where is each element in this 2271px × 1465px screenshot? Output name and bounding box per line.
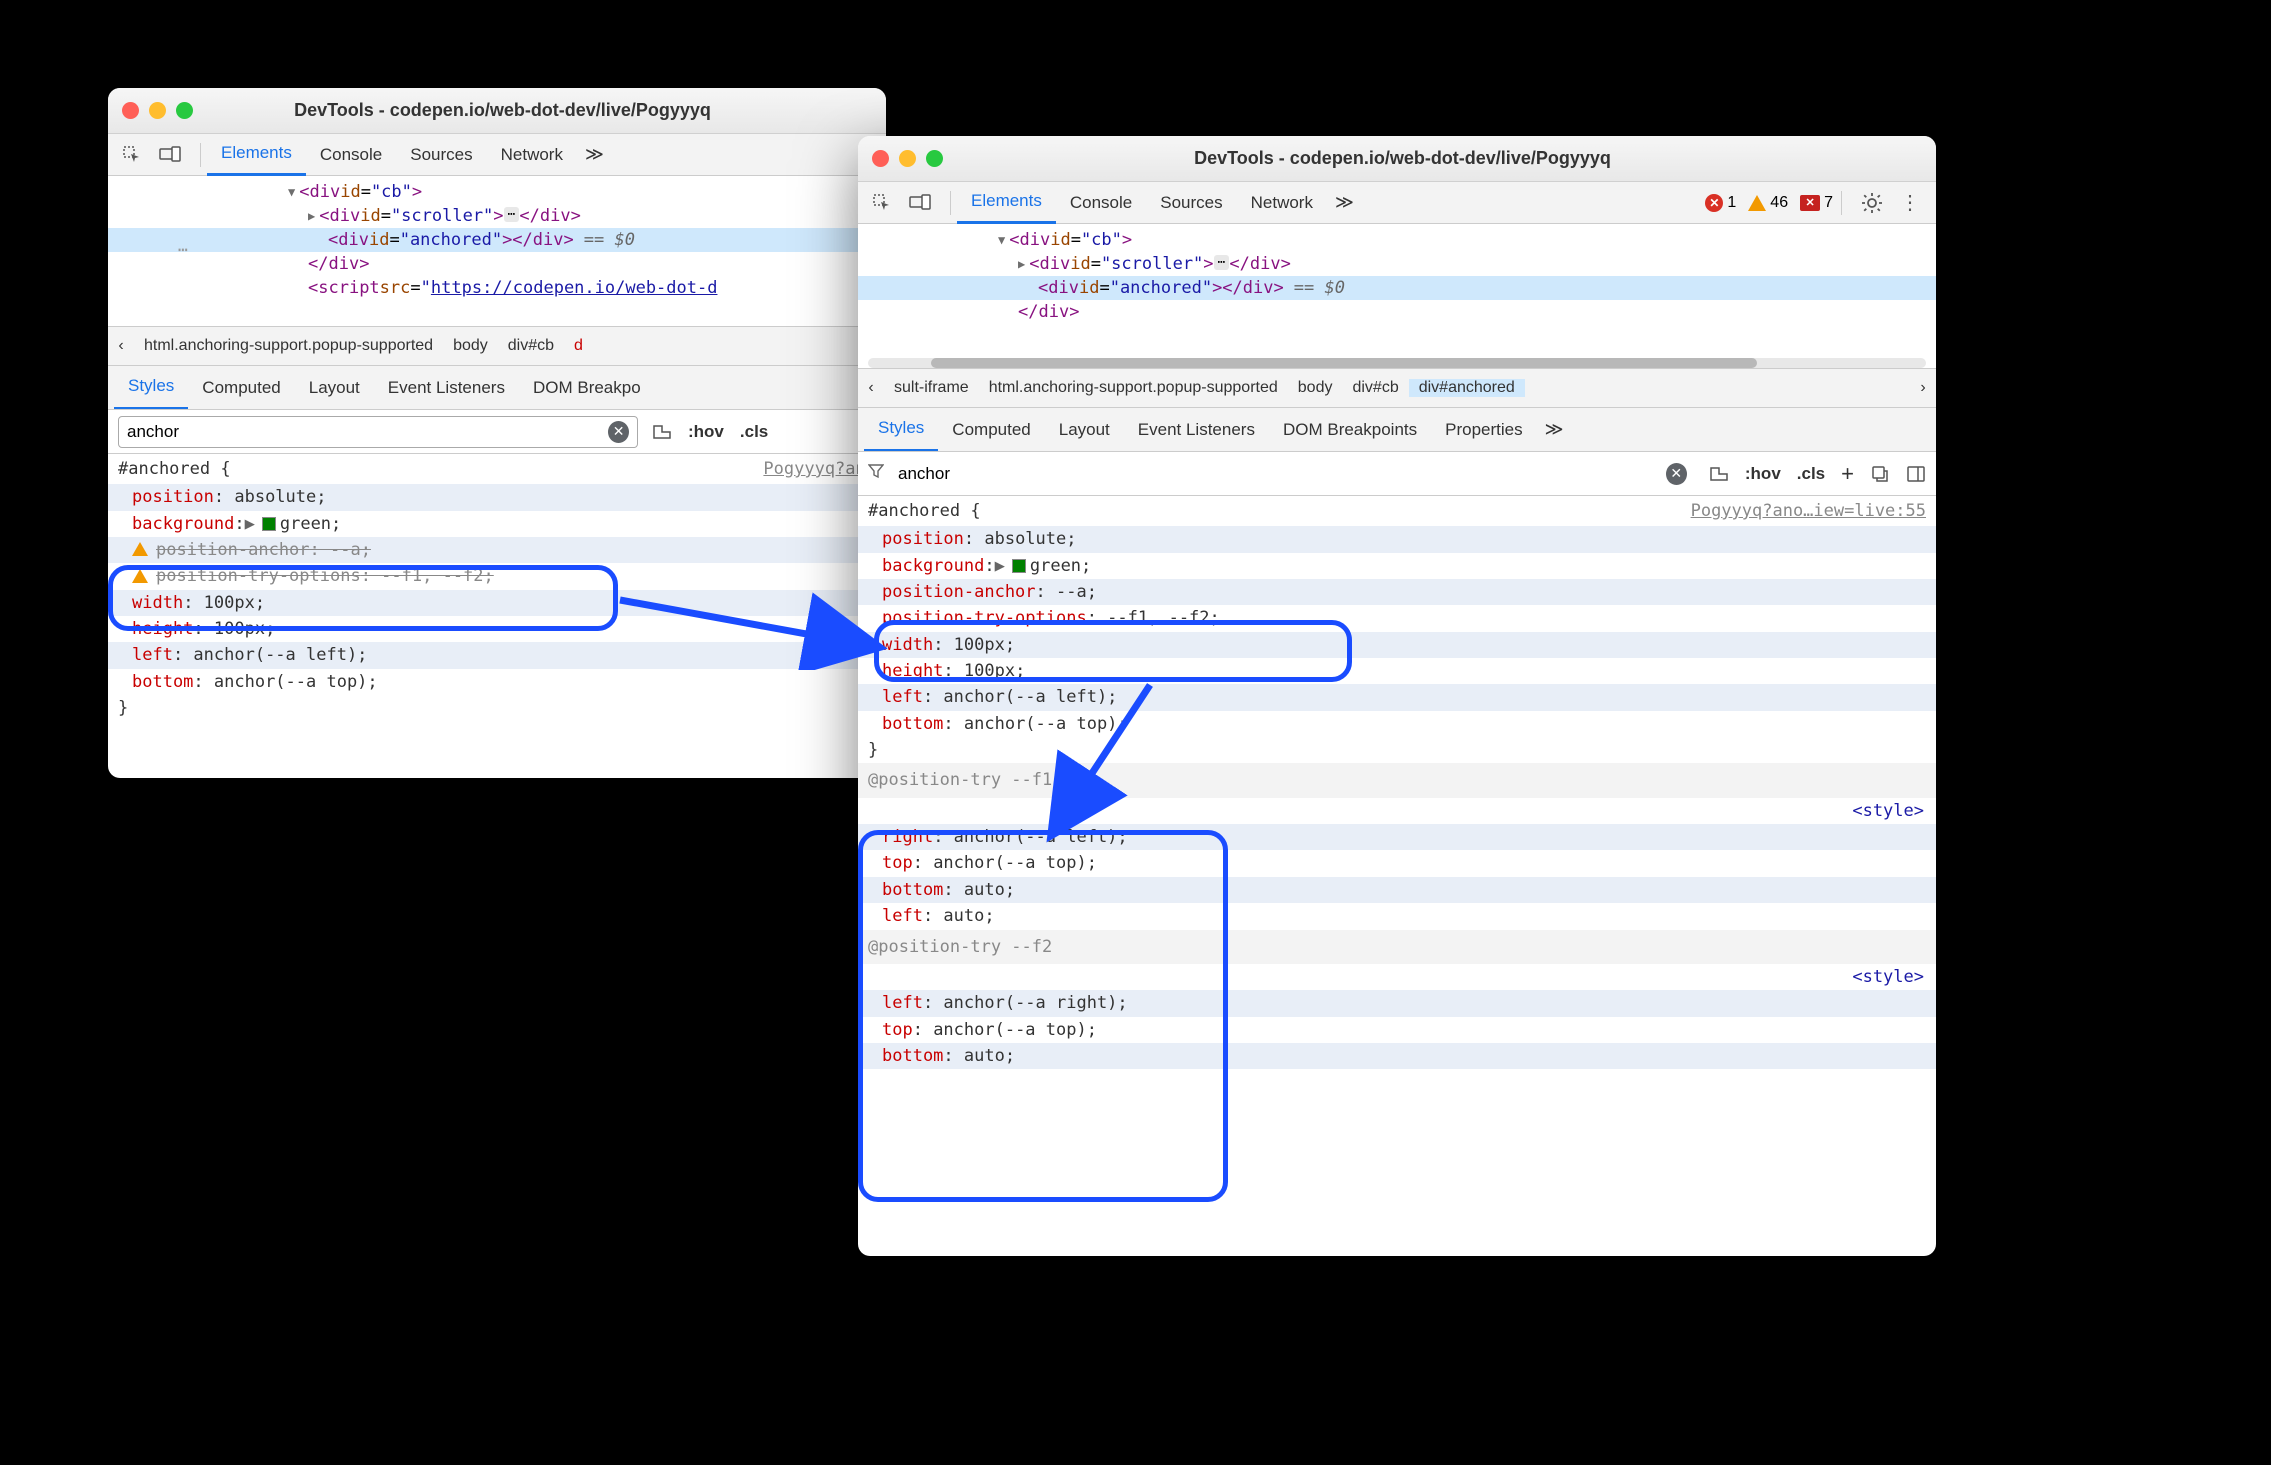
- minimize-icon[interactable]: [149, 102, 166, 119]
- stab-listeners[interactable]: Event Listeners: [1124, 408, 1269, 452]
- overflow-icon[interactable]: ≫: [1327, 192, 1362, 213]
- crumb-prev-icon[interactable]: ‹: [108, 337, 134, 355]
- position-try-f2-header: @position-try --f2: [858, 930, 1936, 964]
- error-count[interactable]: ✕1: [1705, 194, 1736, 212]
- devtools-toolbar: Elements Console Sources Network ≫ ✕1 46…: [858, 182, 1936, 224]
- menu-icon[interactable]: ⋮: [1894, 190, 1926, 215]
- source-link[interactable]: Pogyyyq?ano…iew=live:55: [1691, 498, 1926, 524]
- filter-icon[interactable]: [868, 463, 884, 484]
- tab-network[interactable]: Network: [487, 134, 577, 176]
- hov-button[interactable]: :hov: [688, 422, 724, 442]
- crumb-html[interactable]: html.anchoring-support.popup-supported: [979, 379, 1288, 397]
- crumb-iframe[interactable]: sult-iframe: [884, 379, 979, 397]
- style-source-link[interactable]: <style>: [1852, 801, 1924, 821]
- breadcrumb[interactable]: ‹ sult-iframe html.anchoring-support.pop…: [858, 368, 1936, 408]
- violation-count[interactable]: ✕7: [1800, 194, 1833, 212]
- stab-styles[interactable]: Styles: [114, 366, 188, 410]
- tab-console[interactable]: Console: [1056, 182, 1146, 224]
- crumb-overflow[interactable]: d: [564, 337, 593, 355]
- stab-properties[interactable]: Properties: [1431, 408, 1536, 452]
- styles-panel[interactable]: #anchored {Pogyyyq?an… position: absolut…: [108, 454, 886, 721]
- computed-styles-icon[interactable]: [652, 422, 672, 442]
- crumb-next-icon[interactable]: ›: [1910, 379, 1936, 397]
- close-icon[interactable]: [872, 150, 889, 167]
- color-swatch-icon[interactable]: [262, 517, 276, 531]
- overflow-icon[interactable]: ≫: [1537, 419, 1572, 440]
- position-try-f1-header: @position-try --f1: [858, 763, 1936, 797]
- tab-elements[interactable]: Elements: [207, 134, 306, 176]
- clear-icon[interactable]: ✕: [1666, 463, 1687, 485]
- inspect-icon[interactable]: [868, 189, 896, 217]
- clear-icon[interactable]: ✕: [608, 421, 629, 443]
- titlebar[interactable]: DevTools - codepen.io/web-dot-dev/live/P…: [108, 88, 886, 134]
- style-source-link[interactable]: <style>: [1852, 967, 1924, 987]
- breadcrumb[interactable]: ‹ html.anchoring-support.popup-supported…: [108, 326, 886, 366]
- overflow-icon[interactable]: ≫: [577, 144, 612, 165]
- color-swatch-icon[interactable]: [1012, 559, 1026, 573]
- crumb-html[interactable]: html.anchoring-support.popup-supported: [134, 337, 443, 355]
- crumb-divcb[interactable]: div#cb: [498, 337, 564, 355]
- maximize-icon[interactable]: [176, 102, 193, 119]
- tab-console[interactable]: Console: [306, 134, 396, 176]
- dom-tree[interactable]: ▼<div id="cb"> ▶<div id="scroller">⋯</di…: [108, 176, 886, 326]
- add-rule-icon[interactable]: +: [1841, 461, 1854, 487]
- tab-elements[interactable]: Elements: [957, 182, 1056, 224]
- dom-node-anchored[interactable]: <div id="anchored"></div>== $0: [858, 276, 1936, 300]
- dom-node-anchored[interactable]: <div id="anchored"></div>== $0: [108, 228, 886, 252]
- window-title: DevTools - codepen.io/web-dot-dev/live/P…: [193, 100, 872, 121]
- tab-sources[interactable]: Sources: [1146, 182, 1236, 224]
- warning-icon: [132, 569, 148, 583]
- maximize-icon[interactable]: [926, 150, 943, 167]
- window-title: DevTools - codepen.io/web-dot-dev/live/P…: [943, 148, 1922, 169]
- hov-button[interactable]: :hov: [1745, 464, 1781, 484]
- device-icon[interactable]: [906, 189, 934, 217]
- inspect-icon[interactable]: [118, 141, 146, 169]
- cls-button[interactable]: .cls: [1797, 464, 1825, 484]
- styles-panel[interactable]: #anchored {Pogyyyq?ano…iew=live:55 posit…: [858, 496, 1936, 1069]
- crumb-divcb[interactable]: div#cb: [1342, 379, 1408, 397]
- titlebar[interactable]: DevTools - codepen.io/web-dot-dev/live/P…: [858, 136, 1936, 182]
- minimize-icon[interactable]: [899, 150, 916, 167]
- tab-network[interactable]: Network: [1237, 182, 1327, 224]
- rule-selector: #anchored {: [868, 498, 981, 524]
- warning-icon: [132, 542, 148, 556]
- crumb-prev-icon[interactable]: ‹: [858, 379, 884, 397]
- crumb-body[interactable]: body: [1288, 379, 1343, 397]
- tab-sources[interactable]: Sources: [396, 134, 486, 176]
- toggle-panel-icon[interactable]: [1906, 464, 1926, 484]
- rule-selector: #anchored {: [118, 456, 231, 482]
- device-icon[interactable]: [156, 141, 184, 169]
- filter-input[interactable]: [898, 464, 1660, 484]
- gear-icon[interactable]: [1860, 191, 1884, 215]
- stab-layout[interactable]: Layout: [1045, 408, 1124, 452]
- dom-tree[interactable]: ▼<div id="cb"> ▶<div id="scroller">⋯</di…: [858, 224, 1936, 354]
- scrollbar[interactable]: [868, 358, 1926, 368]
- stab-dombp[interactable]: DOM Breakpoints: [1269, 408, 1431, 452]
- crumb-body[interactable]: body: [443, 337, 498, 355]
- copy-styles-icon[interactable]: [1870, 464, 1890, 484]
- cls-button[interactable]: .cls: [740, 422, 768, 442]
- stab-layout[interactable]: Layout: [295, 366, 374, 410]
- devtools-toolbar: Elements Console Sources Network ≫: [108, 134, 886, 176]
- warning-count[interactable]: 46: [1748, 194, 1788, 212]
- stab-computed[interactable]: Computed: [188, 366, 294, 410]
- styles-tabs: Styles Computed Layout Event Listeners D…: [108, 366, 886, 410]
- filter-bar: ✕ :hov .cls: [108, 410, 886, 454]
- computed-styles-icon[interactable]: [1709, 464, 1729, 484]
- stab-styles[interactable]: Styles: [864, 408, 938, 452]
- stab-dombp[interactable]: DOM Breakpo: [519, 366, 655, 410]
- crumb-anchored[interactable]: div#anchored: [1409, 379, 1525, 397]
- close-icon[interactable]: [122, 102, 139, 119]
- styles-tabs: Styles Computed Layout Event Listeners D…: [858, 408, 1936, 452]
- filter-input[interactable]: [127, 422, 602, 442]
- stab-computed[interactable]: Computed: [938, 408, 1044, 452]
- stab-listeners[interactable]: Event Listeners: [374, 366, 519, 410]
- filter-bar: ✕ :hov .cls +: [858, 452, 1936, 496]
